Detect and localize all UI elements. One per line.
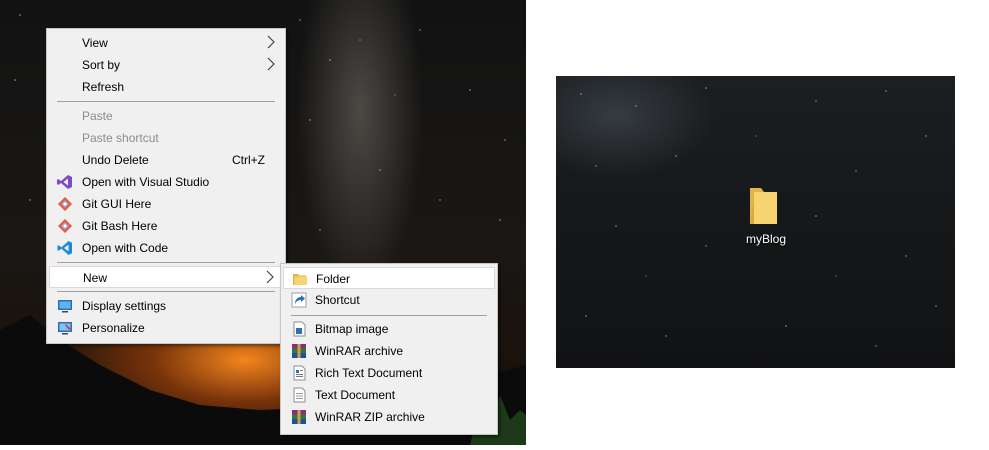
menu-item-label: Paste [82,109,113,123]
folder-icon [293,274,307,285]
menu-item-label: Refresh [82,80,125,94]
menu-separator [57,291,275,292]
rtf-icon [293,365,306,381]
personalize-icon [58,322,72,335]
menu-item-label: Git GUI Here [82,197,152,211]
menu-item-open-with-code[interactable]: Open with Code [49,237,283,259]
submenu-item-rich-text-document[interactable]: Rich Text Document [283,362,495,384]
menu-item-label: View [82,36,108,50]
shortcut-hint: Ctrl+Z [232,153,265,167]
menu-item-label: Open with Visual Studio [82,175,210,189]
menu-item-paste[interactable]: Paste [49,105,283,127]
menu-item-label: New [83,271,108,285]
menu-separator [291,315,487,316]
submenu-item-bitmap-image[interactable]: Bitmap image [283,318,495,340]
menu-item-view[interactable]: View [49,32,283,54]
menu-item-undo-delete[interactable]: Undo Delete Ctrl+Z [49,149,283,171]
submenu-item-folder[interactable]: Folder [283,267,495,289]
submenu-item-winrar-zip-archive[interactable]: WinRAR ZIP archive [283,406,495,428]
visual-studio-icon [57,175,72,189]
display-icon [58,300,72,313]
menu-item-label: Undo Delete [82,153,149,167]
winrar-zip-icon [292,410,306,424]
menu-item-label: WinRAR archive [315,344,404,358]
desktop-folder-label: myBlog [745,232,786,246]
menu-item-git-gui-here[interactable]: Git GUI Here [49,193,283,215]
chevron-right-icon [267,57,275,71]
chevron-right-icon [266,270,274,284]
menu-item-label: Shortcut [315,293,360,307]
menu-separator [57,262,275,263]
menu-item-label: Open with Code [82,241,169,255]
new-submenu: Folder Shortcut Bitmap image WinRAR arch… [280,263,498,435]
menu-item-label: Sort by [82,58,121,72]
menu-item-label: Folder [316,272,351,286]
menu-item-label: Git Bash Here [82,219,158,233]
vscode-icon [57,241,72,255]
desktop-folder-myblog[interactable]: myBlog [741,180,791,250]
menu-item-label: Text Document [315,388,396,402]
menu-item-personalize[interactable]: Personalize [49,317,283,339]
menu-item-sort-by[interactable]: Sort by [49,54,283,76]
winrar-icon [292,344,306,358]
submenu-item-text-document[interactable]: Text Document [283,384,495,406]
menu-item-open-visual-studio[interactable]: Open with Visual Studio [49,171,283,193]
menu-item-git-bash-here[interactable]: Git Bash Here [49,215,283,237]
bitmap-icon [293,321,306,337]
menu-item-display-settings[interactable]: Display settings [49,295,283,317]
git-icon [58,197,72,211]
submenu-item-shortcut[interactable]: Shortcut [283,289,495,311]
menu-item-label: Display settings [82,299,167,313]
menu-item-label: Bitmap image [315,322,389,336]
shortcut-icon [291,292,307,308]
menu-item-label: Paste shortcut [82,131,159,145]
menu-separator [57,101,275,102]
chevron-right-icon [267,35,275,49]
menu-item-refresh[interactable]: Refresh [49,76,283,98]
text-document-icon [293,387,306,403]
git-icon [58,219,72,233]
menu-item-label: Rich Text Document [315,366,423,380]
menu-item-new[interactable]: New [49,266,283,288]
folder-icon [750,188,777,224]
menu-item-label: Personalize [82,321,145,335]
submenu-item-winrar-archive[interactable]: WinRAR archive [283,340,495,362]
menu-item-paste-shortcut[interactable]: Paste shortcut [49,127,283,149]
desktop-context-menu: View Sort by Refresh Paste Paste shortcu… [46,28,286,344]
menu-item-label: WinRAR ZIP archive [315,410,425,424]
